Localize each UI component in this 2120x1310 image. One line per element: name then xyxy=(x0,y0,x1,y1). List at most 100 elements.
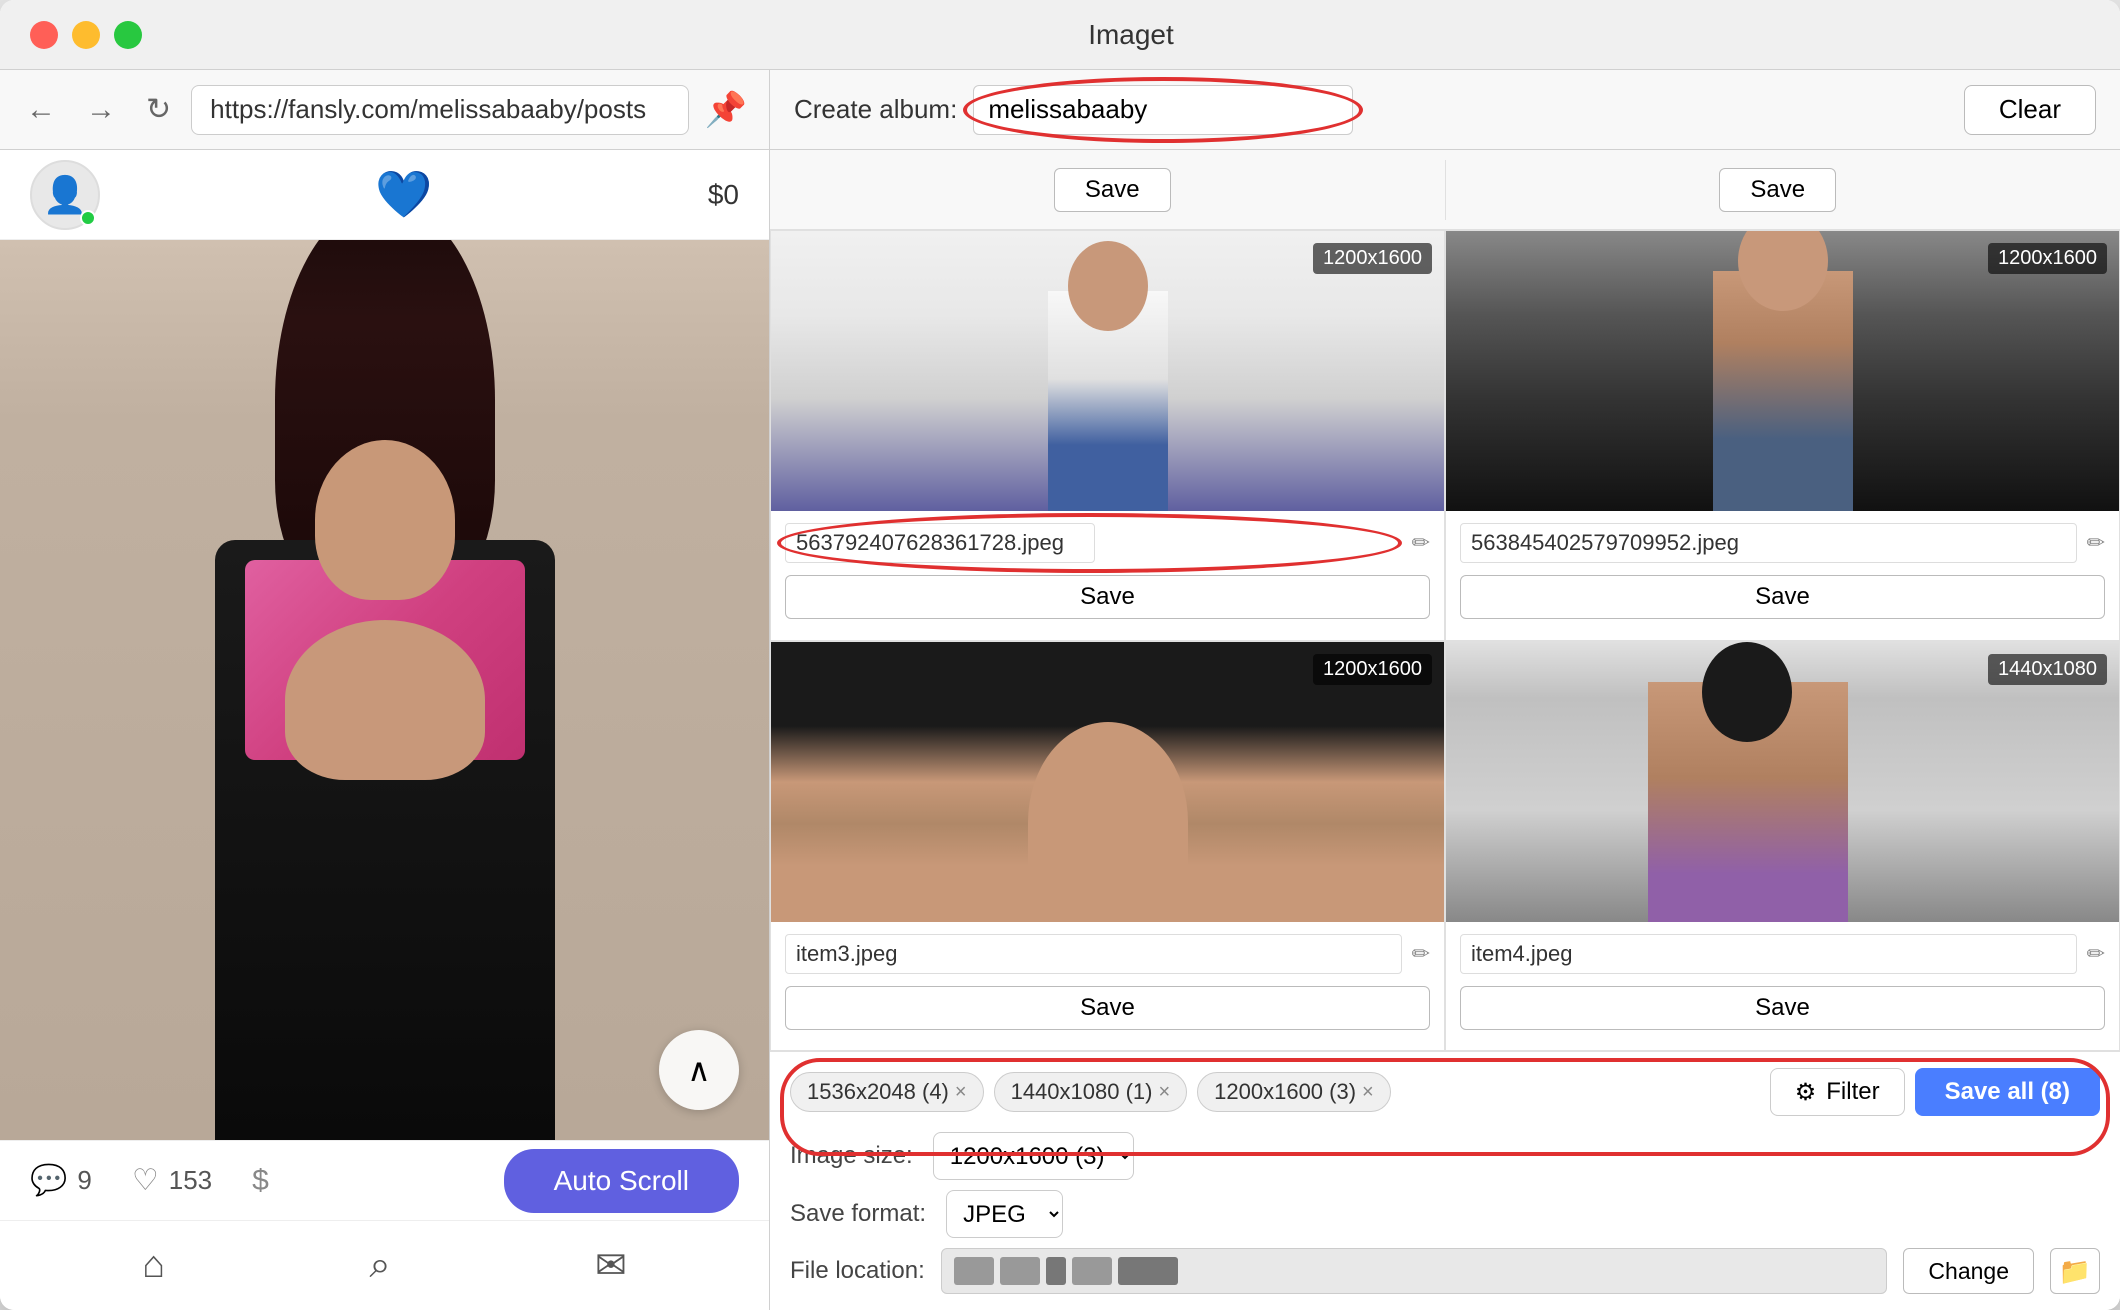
heart-icon: 💙 xyxy=(375,167,432,222)
gallery-item-2: 1200x1600 ✏ Save xyxy=(1445,230,2120,641)
mail-nav-icon[interactable]: ✉ xyxy=(595,1243,627,1288)
main-content: 👤 💙 $0 xyxy=(0,150,2120,1310)
save-button-top-left[interactable]: Save xyxy=(1054,168,1171,212)
filename-input-3[interactable] xyxy=(785,934,1402,974)
path-segment-1 xyxy=(954,1257,994,1285)
filename-input-1[interactable] xyxy=(785,523,1095,563)
save-button-top-right[interactable]: Save xyxy=(1719,168,1836,212)
path-segment-5 xyxy=(1118,1257,1178,1285)
file-location-row: File location: Change 📁 xyxy=(790,1248,2100,1294)
reload-button[interactable]: ↻ xyxy=(136,86,181,133)
gallery-item-3: 1200x1600 ✏ Save xyxy=(770,641,1445,1052)
home-nav-icon[interactable]: ⌂ xyxy=(142,1244,165,1287)
comment-count: 9 xyxy=(77,1165,91,1196)
path-segment-3 xyxy=(1046,1257,1066,1285)
image-size-select[interactable]: 1200x1600 (3) 1440x1080 (1) 1536x2048 (4… xyxy=(933,1132,1134,1180)
scroll-up-button[interactable]: ∧ xyxy=(659,1030,739,1110)
path-segment-4 xyxy=(1072,1257,1112,1285)
title-bar: Imaget xyxy=(0,0,2120,70)
size-tag-1: 1440x1080 (1) × xyxy=(994,1072,1188,1112)
minimize-button[interactable] xyxy=(72,21,100,49)
online-indicator xyxy=(80,210,96,226)
left-panel: 👤 💙 $0 xyxy=(0,150,770,1310)
edit-icon-4[interactable]: ✏ xyxy=(2087,941,2105,967)
size-tag-label-0: 1536x2048 (4) xyxy=(807,1079,949,1105)
save-format-row: Save format: JPEG PNG WEBP xyxy=(790,1190,2100,1238)
right-panel: Save Save 1200x1600 xyxy=(770,150,2120,1310)
post-footer: 💬 9 ♡ 153 $ Auto Scroll xyxy=(0,1140,769,1220)
path-segment-2 xyxy=(1000,1257,1040,1285)
gallery-top-save-right: Save xyxy=(1446,168,2111,212)
size-tag-2: 1200x1600 (3) × xyxy=(1197,1072,1391,1112)
gallery-item-4: 1440x1080 ✏ Save xyxy=(1445,641,2120,1052)
auto-scroll-button[interactable]: Auto Scroll xyxy=(504,1149,739,1213)
chevron-up-icon: ∧ xyxy=(687,1051,710,1089)
img-dimensions-3: 1200x1600 xyxy=(1313,654,1432,685)
gallery-thumb-1: 1200x1600 xyxy=(771,231,1444,511)
avatar: 👤 xyxy=(30,160,100,230)
album-name-input[interactable] xyxy=(973,85,1353,135)
gallery-thumb-2: 1200x1600 xyxy=(1446,231,2119,511)
dollar-icon: $ xyxy=(252,1164,269,1198)
plugin-icon: 📌 xyxy=(699,84,753,136)
gallery-top-save-left: Save xyxy=(780,168,1445,212)
filter-sliders-icon: ⚙ xyxy=(1795,1078,1817,1107)
img-dimensions-1: 1200x1600 xyxy=(1313,243,1432,274)
clear-button[interactable]: Clear xyxy=(1964,85,2096,135)
like-count: 153 xyxy=(169,1165,212,1196)
window-title: Imaget xyxy=(172,19,2090,51)
gallery-item-1: 1200x1600 ✏ Save xyxy=(770,230,1445,641)
size-tag-label-2: 1200x1600 (3) xyxy=(1214,1079,1356,1105)
site-header: 👤 💙 $0 xyxy=(0,150,769,240)
forward-button[interactable]: → xyxy=(76,87,126,133)
filter-bar: 1536x2048 (4) × 1440x1080 (1) × 1200x160… xyxy=(770,1051,2120,1310)
file-path-display xyxy=(941,1248,1888,1294)
dollar-stat: $ xyxy=(252,1164,269,1198)
comment-stat: 💬 9 xyxy=(30,1163,92,1198)
filename-input-2[interactable] xyxy=(1460,523,2077,563)
heart-stat-icon: ♡ xyxy=(132,1163,159,1198)
filename-input-4[interactable] xyxy=(1460,934,2077,974)
app-window: Imaget ← → ↻ 📌 Create album: Clear xyxy=(0,0,2120,1310)
file-location-label: File location: xyxy=(790,1257,925,1285)
site-nav: ⌂ ⌕ ✉ xyxy=(0,1220,769,1310)
folder-icon: 📁 xyxy=(2059,1256,2091,1287)
save-button-1[interactable]: Save xyxy=(785,575,1430,619)
url-bar[interactable] xyxy=(191,85,689,135)
filter-button[interactable]: ⚙ Filter xyxy=(1770,1068,1905,1116)
save-format-select[interactable]: JPEG PNG WEBP xyxy=(946,1190,1063,1238)
like-stat: ♡ 153 xyxy=(132,1163,212,1198)
gallery-item-footer-3: ✏ xyxy=(771,922,1444,986)
size-tag-close-1[interactable]: × xyxy=(1158,1081,1170,1104)
gallery-thumb-4: 1440x1080 xyxy=(1446,642,2119,922)
image-size-label: Image size: xyxy=(790,1142,913,1170)
save-button-2[interactable]: Save xyxy=(1460,575,2105,619)
change-location-button[interactable]: Change xyxy=(1903,1248,2034,1294)
save-button-3[interactable]: Save xyxy=(785,986,1430,1030)
save-all-button[interactable]: Save all (8) xyxy=(1915,1068,2100,1116)
fullscreen-button[interactable] xyxy=(114,21,142,49)
size-tag-label-1: 1440x1080 (1) xyxy=(1011,1079,1153,1105)
comment-icon: 💬 xyxy=(30,1163,67,1198)
back-button[interactable]: ← xyxy=(16,87,66,133)
folder-open-button[interactable]: 📁 xyxy=(2050,1248,2100,1294)
save-button-4[interactable]: Save xyxy=(1460,986,2105,1030)
edit-icon-2[interactable]: ✏ xyxy=(2087,530,2105,556)
img-dimensions-2: 1200x1600 xyxy=(1988,243,2107,274)
size-tag-close-2[interactable]: × xyxy=(1362,1081,1374,1104)
search-nav-icon[interactable]: ⌕ xyxy=(369,1244,390,1287)
gallery-thumb-3: 1200x1600 xyxy=(771,642,1444,922)
edit-icon-3[interactable]: ✏ xyxy=(1412,941,1430,967)
size-tag-0: 1536x2048 (4) × xyxy=(790,1072,984,1112)
main-post-image: ∧ xyxy=(0,240,769,1140)
close-button[interactable] xyxy=(30,21,58,49)
balance-display: $0 xyxy=(708,179,739,211)
size-tag-close-0[interactable]: × xyxy=(955,1081,967,1104)
gallery-item-footer-2: ✏ xyxy=(1446,511,2119,575)
gallery-item-footer-1: ✏ xyxy=(771,511,1444,575)
gallery-item-footer-4: ✏ xyxy=(1446,922,2119,986)
edit-icon-1[interactable]: ✏ xyxy=(1412,530,1430,556)
filter-button-label: Filter xyxy=(1826,1078,1879,1106)
gallery-top-row: Save Save xyxy=(770,150,2120,230)
size-filters: 1536x2048 (4) × 1440x1080 (1) × 1200x160… xyxy=(790,1068,2100,1116)
